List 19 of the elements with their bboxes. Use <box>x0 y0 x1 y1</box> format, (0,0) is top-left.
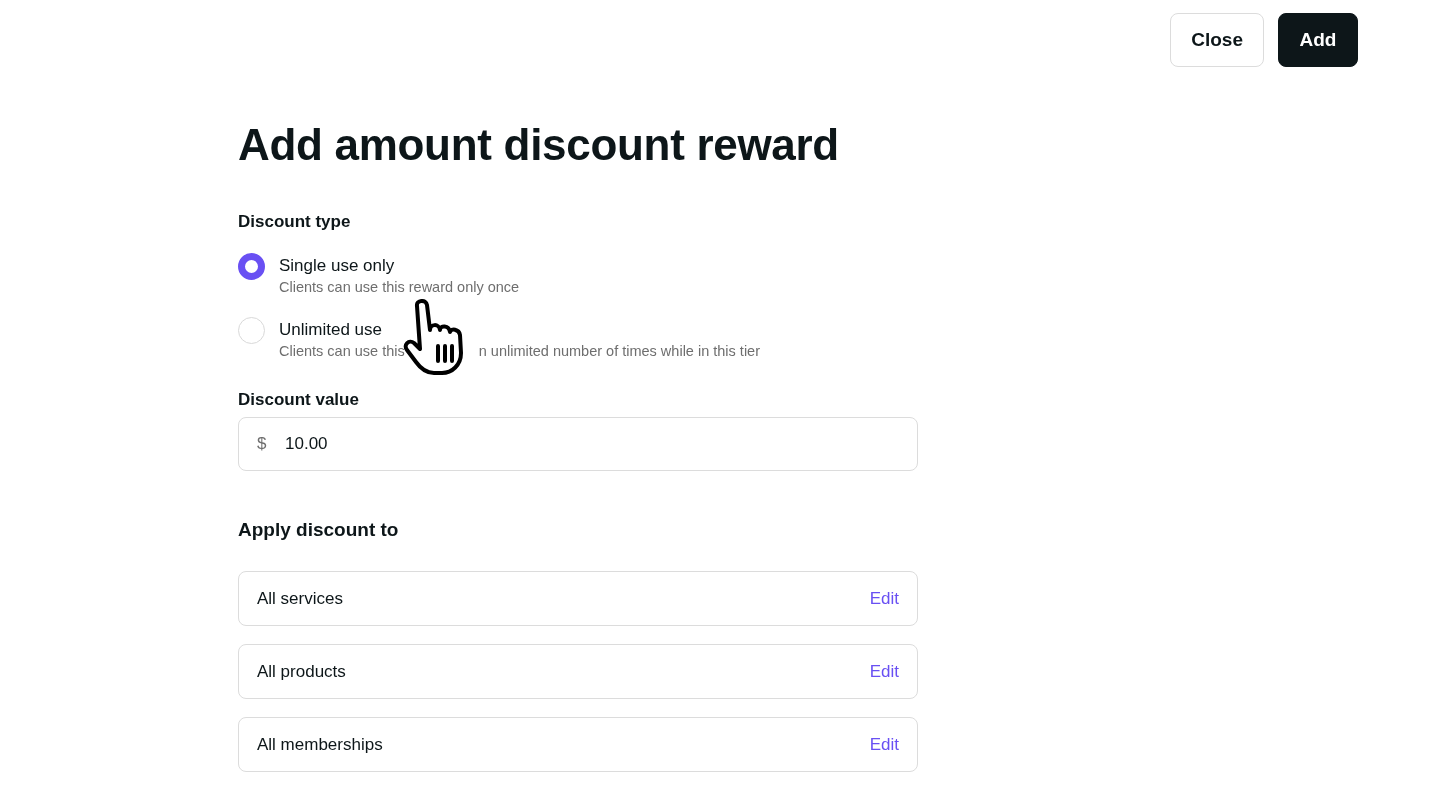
field-label: Discount value <box>238 389 360 411</box>
option-label: Single use only <box>279 255 396 277</box>
target-label: All memberships <box>257 734 383 755</box>
option-description: n unlimited number of times while in this tier <box>478 342 760 361</box>
edit-link[interactable]: Edit <box>869 734 899 755</box>
target-label: All services <box>257 588 343 609</box>
close-button[interactable]: Close <box>1170 13 1264 67</box>
section-label: Discount type <box>238 211 352 233</box>
option-description: Clients can use this <box>279 342 405 361</box>
section-heading: Apply discount to <box>238 518 400 542</box>
currency-symbol: $ <box>257 433 267 455</box>
edit-link[interactable]: Edit <box>869 661 899 682</box>
page-title: Add amount discount reward <box>238 119 840 171</box>
add-button[interactable]: Add <box>1278 13 1358 67</box>
edit-link[interactable]: Edit <box>869 588 899 609</box>
option-label: Unlimited use <box>279 319 383 341</box>
option-description: Clients can use this reward only once <box>279 278 520 297</box>
radio-button[interactable] <box>238 253 265 280</box>
target-label: All products <box>257 661 346 682</box>
